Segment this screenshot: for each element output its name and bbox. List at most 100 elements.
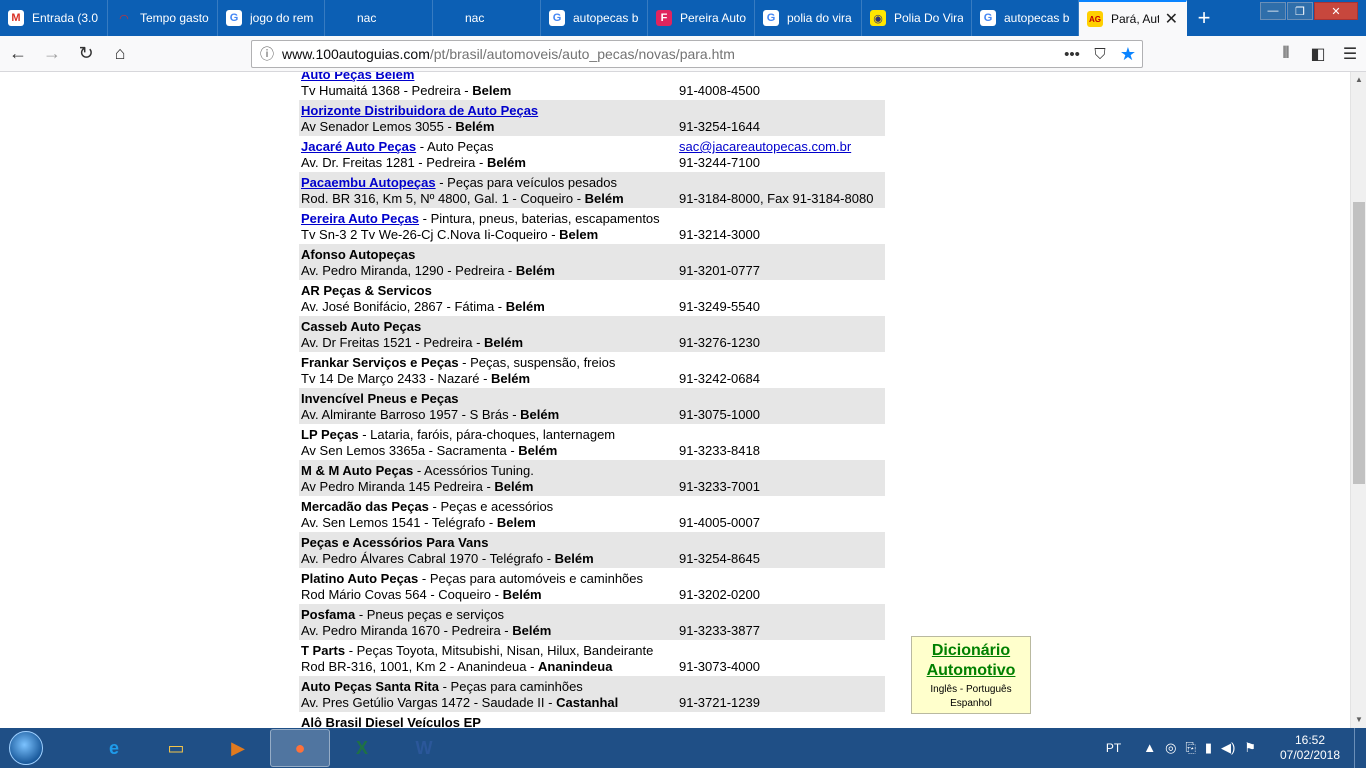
volume-icon[interactable]: ◀) [1221, 740, 1235, 756]
tab-7[interactable]: Gpolia do vira [755, 0, 862, 36]
usb-icon[interactable]: ⎘ [1185, 740, 1195, 756]
excel-icon[interactable]: X [332, 729, 392, 767]
scroll-down-icon[interactable]: ▼ [1351, 712, 1366, 728]
scroll-thumb[interactable] [1353, 202, 1365, 484]
google-icon: G [226, 10, 242, 26]
back-button[interactable]: ← [2, 40, 34, 68]
tab-9[interactable]: Gautopecas b [972, 0, 1079, 36]
dictionary-title-1[interactable]: Dicionário [912, 641, 1030, 661]
dictionary-box[interactable]: Dicionário Automotivo Inglês - Português… [911, 636, 1031, 714]
store-city: Belém [502, 587, 542, 602]
tab-4[interactable]: nac [433, 0, 541, 36]
tab-label: Pereira Auto [680, 11, 746, 25]
store-description: - Peças e acessórios [428, 499, 554, 514]
listing-title-line: Posfama - Pneus peças e serviços [301, 607, 504, 622]
mercadolivre-icon: ◉ [870, 10, 886, 26]
dictionary-title-2[interactable]: Automotivo [912, 661, 1030, 681]
tab-2[interactable]: Gjogo do rem [218, 0, 325, 36]
action-center-flag-icon[interactable]: ⚑ [1244, 740, 1256, 756]
listing-address-line: Tv Sn-3 2 Tv We-26-Cj C.Nova Ii-Coqueiro… [301, 227, 598, 242]
explorer-icon[interactable]: ▭ [146, 729, 206, 767]
clock[interactable]: 16:52 07/02/2018 [1274, 733, 1346, 763]
listing-title-line: T Parts - Peças Toyota, Mitsubishi, Nisa… [301, 643, 653, 658]
store-phone: 91-3721-1239 [679, 695, 760, 710]
language-indicator[interactable]: PT [1106, 741, 1121, 755]
store-link[interactable]: Horizonte Distribuidora de Auto Peças [301, 103, 538, 118]
listing-row: Platino Auto Peças - Peças para automóve… [299, 568, 885, 604]
listing-address-line: Av. Pedro Álvares Cabral 1970 - Telégraf… [301, 551, 594, 566]
store-address: Av. José Bonifácio, 2867 - Fátima - [301, 299, 506, 314]
tab-6[interactable]: F Pereira Auto [648, 0, 755, 36]
store-city: Belém [505, 299, 545, 314]
monitor-icon[interactable]: ▮ [1205, 740, 1212, 756]
home-button[interactable]: ⌂ [104, 40, 136, 68]
store-link[interactable]: Auto Peças Belem [301, 72, 414, 82]
minimize-button[interactable]: — [1260, 2, 1286, 20]
listing-row: Auto Peças Santa Rita - Peças para camin… [299, 676, 885, 712]
listing-row: M & M Auto Peças - Acessórios Tuning. Av … [299, 460, 885, 496]
listing-title-line: Invencível Pneus e Peças [301, 391, 459, 406]
tab-3[interactable]: nac [325, 0, 433, 36]
tab-label: nac [357, 11, 377, 25]
dictionary-sub-1: Inglês - Português [930, 684, 1012, 695]
bookmark-star-icon[interactable]: ★ [1114, 44, 1142, 65]
dictionary-sub-2: Espanhol [950, 698, 992, 709]
listing-row: Pereira Auto Peças - Pintura, pneus, bat… [299, 208, 885, 244]
network-status-icon[interactable]: ◎ [1165, 740, 1176, 756]
sidebar-icon[interactable]: ◧ [1302, 44, 1334, 64]
store-link[interactable]: Pacaembu Autopeças [301, 175, 436, 190]
tab-8[interactable]: ◉ Polia Do Vira [862, 0, 972, 36]
listing-row: AR Peças & Servicos Av. José Bonifácio, 2… [299, 280, 885, 316]
listing-title-line: M & M Auto Peças - Acessórios Tuning. [301, 463, 534, 478]
listing-title-line: Platino Auto Peças - Peças para automóve… [301, 571, 643, 586]
scroll-up-icon[interactable]: ▲ [1351, 72, 1366, 88]
url-bar[interactable]: ⓘ www.100autoguias.com/pt/brasil/automov… [251, 40, 1143, 68]
listing-row: Alô Brasil Diesel Veículos EP [299, 712, 885, 728]
page-actions-icon[interactable]: ••• [1058, 46, 1086, 63]
store-email-link[interactable]: sac@jacareautopecas.com.br [679, 139, 851, 154]
listing-table: Auto Peças Belem Tv Humaitá 1368 - Pedrei… [299, 72, 885, 728]
library-icon[interactable]: ⫴ [1270, 45, 1302, 63]
window-controls: — ❐ ✕ [1260, 2, 1358, 20]
store-address: Av. Sen Lemos 1541 - Telégrafo - [301, 515, 497, 530]
forward-button[interactable]: → [36, 40, 68, 68]
start-button[interactable] [0, 728, 52, 768]
store-phone: 91-3073-4000 [679, 659, 760, 674]
store-phone: 91-3233-8418 [679, 443, 760, 458]
firefox-icon[interactable]: ● [270, 729, 330, 767]
store-name: Afonso Autopeças [301, 247, 416, 262]
vertical-scrollbar[interactable]: ▲ ▼ [1350, 72, 1366, 728]
listing-row: Posfama - Pneus peças e serviços Av. Pedr… [299, 604, 885, 640]
tab-10[interactable]: AG Pará, Aut ✕ [1079, 0, 1187, 36]
store-phone: 91-3075-1000 [679, 407, 760, 422]
site-info-icon[interactable]: ⓘ [252, 44, 282, 64]
taskbar-apps: e ▭ ▶ ● X W [82, 729, 454, 767]
100ag-icon: AG [1087, 11, 1103, 27]
store-name: T Parts [301, 643, 346, 658]
listing-title-line: Mercadão das Peças - Peças e acessórios [301, 499, 553, 514]
word-icon[interactable]: W [394, 729, 454, 767]
menu-icon[interactable]: ☰ [1334, 44, 1366, 64]
show-hidden-icons-icon[interactable]: ▲ [1143, 740, 1156, 756]
pocket-icon[interactable]: ⛉ [1086, 46, 1114, 63]
show-desktop-button[interactable] [1354, 728, 1366, 768]
store-name: Alô Brasil Diesel Veículos EP [301, 715, 481, 728]
tab-0[interactable]: M Entrada (3.0 [0, 0, 108, 36]
store-phone: 91-3254-8645 [679, 551, 760, 566]
system-tray: PT ▲ ◎ ⎘ ▮ ◀) ⚑ 16:52 07/02/2018 [1106, 728, 1366, 768]
store-link[interactable]: Jacaré Auto Peças [301, 139, 416, 154]
reload-button[interactable]: ↻ [70, 40, 102, 68]
maximize-button[interactable]: ❐ [1287, 2, 1313, 20]
media-player-icon[interactable]: ▶ [208, 729, 268, 767]
ie-icon[interactable]: e [84, 729, 144, 767]
url-text[interactable]: www.100autoguias.com/pt/brasil/automovei… [282, 46, 1058, 62]
tab-1[interactable]: ◠ Tempo gasto [108, 0, 218, 36]
close-tab-icon[interactable]: ✕ [1165, 9, 1178, 29]
store-link[interactable]: Pereira Auto Peças [301, 211, 419, 226]
store-name: Platino Auto Peças [301, 571, 419, 586]
store-phone: 91-4008-4500 [679, 83, 760, 98]
listing-title-line: Afonso Autopeças [301, 247, 415, 262]
close-window-button[interactable]: ✕ [1314, 2, 1358, 20]
tab-5[interactable]: Gautopecas b [541, 0, 648, 36]
new-tab-button[interactable]: + [1187, 0, 1221, 36]
